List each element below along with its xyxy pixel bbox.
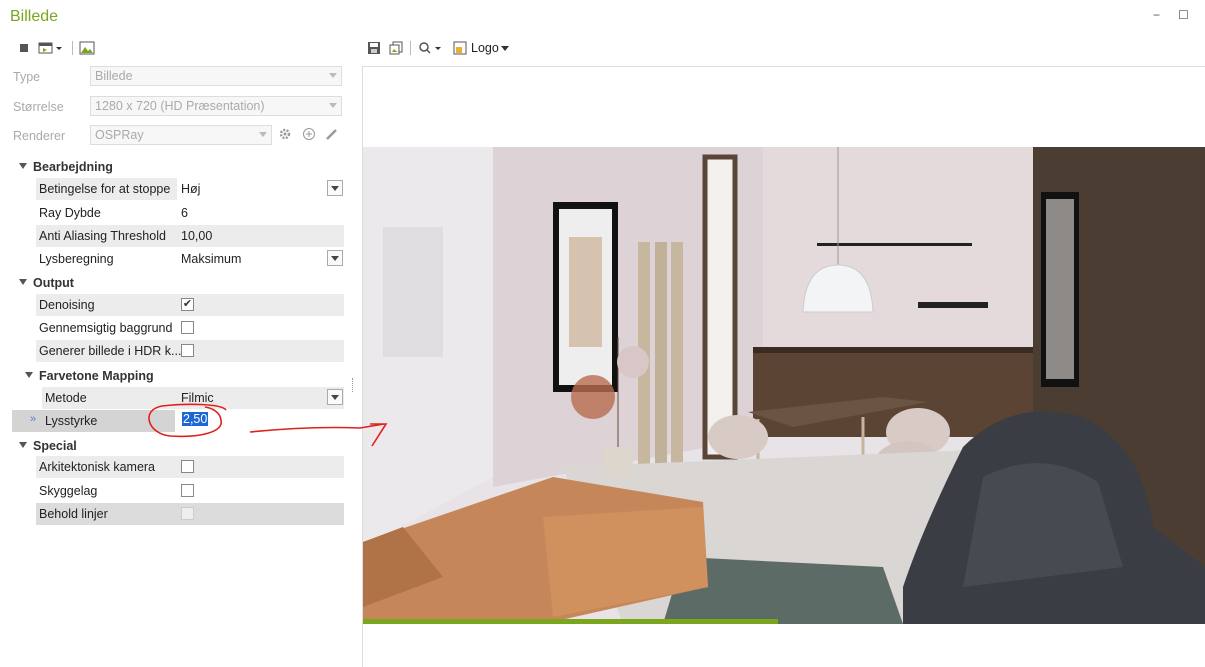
type-select[interactable]: Billede <box>90 66 342 86</box>
splitter-handle[interactable] <box>352 378 355 392</box>
section-title: Special <box>33 439 77 453</box>
section-farvetone[interactable]: Farvetone Mapping <box>0 366 350 386</box>
lysstyrke-row-highlight: » Lysstyrke <box>12 410 175 432</box>
stop-condition-select[interactable] <box>177 178 344 200</box>
prop-anti-aliasing: Anti Aliasing Threshold 10,00 <box>36 225 344 247</box>
rendered-image <box>363 147 1205 624</box>
anti-aliasing-input[interactable]: 10,00 <box>181 229 212 243</box>
ray-depth-input[interactable]: 6 <box>181 206 188 220</box>
type-label: Type <box>13 70 41 84</box>
left-toolbar <box>0 38 360 58</box>
collapse-triangle-icon <box>19 442 27 448</box>
add-circle-icon[interactable] <box>302 127 316 144</box>
chevron-down-icon <box>259 132 267 137</box>
logo-dropdown-arrow-icon[interactable] <box>501 46 509 51</box>
stop-icon[interactable] <box>16 40 32 56</box>
prop-label: Betingelse for at stoppe <box>39 182 171 196</box>
maximize-button[interactable]: ☐ <box>1178 8 1189 22</box>
transparent-bg-checkbox[interactable] <box>181 321 194 334</box>
zoom-icon[interactable] <box>418 40 444 56</box>
lysstyrke-value: 2,50 <box>182 412 209 426</box>
prop-label: Gennemsigtig baggrund <box>39 321 173 335</box>
arch-camera-checkbox[interactable] <box>181 460 194 473</box>
size-label: Størrelse <box>13 100 64 114</box>
prop-ray-depth: Ray Dybde 6 <box>36 202 344 224</box>
prop-label: Ray Dybde <box>39 206 101 220</box>
collapse-triangle-icon <box>19 163 27 169</box>
prop-label: Arkitektonisk kamera <box>39 460 156 474</box>
dropdown-button[interactable] <box>327 250 343 266</box>
image-view-icon[interactable] <box>79 40 95 56</box>
metode-value[interactable]: Filmic <box>181 391 214 405</box>
type-row: Type Billede <box>0 66 350 88</box>
denoising-checkbox[interactable]: ✔ <box>181 298 194 311</box>
copy-icon[interactable] <box>388 40 404 56</box>
section-bearbejdning[interactable]: Bearbejdning <box>0 157 350 177</box>
prop-transparent-bg: Gennemsigtig baggrund <box>36 317 344 339</box>
expand-chevrons-icon: » <box>30 413 37 425</box>
render-progress-bar <box>363 619 778 624</box>
prop-label: Behold linjer <box>39 507 108 521</box>
chevron-down-icon <box>329 73 337 78</box>
skyggelag-checkbox[interactable] <box>181 484 194 497</box>
prop-label: Anti Aliasing Threshold <box>39 229 166 243</box>
section-output[interactable]: Output <box>0 273 350 293</box>
edit-pencil-icon[interactable] <box>325 127 339 144</box>
prop-value: Høj <box>181 182 201 196</box>
right-toolbar: Logo <box>362 38 1205 58</box>
title-bar: Billede − ☐ <box>0 0 1205 36</box>
dropdown-button[interactable] <box>327 389 343 405</box>
logo-icon[interactable] <box>452 40 468 56</box>
hdr-checkbox[interactable] <box>181 344 194 357</box>
gear-icon[interactable] <box>278 127 292 144</box>
renderer-row: Renderer OSPRay <box>0 125 350 147</box>
lysstyrke-label: Lysstyrke <box>45 414 98 428</box>
prop-denoising: Denoising ✔ <box>36 294 344 316</box>
lysstyrke-input[interactable]: 2,50 <box>180 410 209 428</box>
prop-skyggelag: Skyggelag <box>36 480 344 502</box>
section-title: Farvetone Mapping <box>39 369 154 383</box>
section-special[interactable]: Special <box>0 436 350 456</box>
section-title: Bearbejdning <box>33 160 113 174</box>
prop-stop-condition: Betingelse for at stoppe Høj <box>36 178 344 200</box>
collapse-triangle-icon <box>25 372 33 378</box>
renderer-label: Renderer <box>13 129 66 143</box>
render-menu-icon[interactable] <box>38 40 64 56</box>
logo-menu-label[interactable]: Logo <box>471 41 499 55</box>
prop-label: Generer billede i HDR k... <box>39 344 182 358</box>
behold-linjer-checkbox[interactable] <box>181 507 194 520</box>
window-title: Billede <box>10 8 59 25</box>
prop-arch-camera: Arkitektonisk kamera <box>36 456 344 478</box>
prop-hdr: Generer billede i HDR k... <box>36 340 344 362</box>
prop-label: Lysberegning <box>39 252 114 266</box>
prop-label: Denoising <box>39 298 95 312</box>
size-row: Størrelse 1280 x 720 (HD Præsentation) <box>0 96 350 118</box>
renderer-select[interactable]: OSPRay <box>90 125 272 145</box>
prop-label: Metode <box>45 391 87 405</box>
minimize-button[interactable]: − <box>1153 8 1160 22</box>
collapse-triangle-icon <box>19 279 27 285</box>
type-value: Billede <box>95 69 133 83</box>
prop-metode: Metode Filmic <box>42 387 344 409</box>
dropdown-button[interactable] <box>327 180 343 196</box>
size-select[interactable]: 1280 x 720 (HD Præsentation) <box>90 96 342 116</box>
save-icon[interactable] <box>366 40 382 56</box>
chevron-down-icon <box>329 103 337 108</box>
renderer-value: OSPRay <box>95 128 144 142</box>
prop-lysberegning: Lysberegning Maksimum <box>36 248 344 270</box>
prop-behold-linjer: Behold linjer <box>36 503 344 525</box>
lysberegning-value[interactable]: Maksimum <box>181 252 241 266</box>
prop-label: Skyggelag <box>39 484 98 498</box>
section-title: Output <box>33 276 74 290</box>
size-value: 1280 x 720 (HD Præsentation) <box>95 99 265 113</box>
